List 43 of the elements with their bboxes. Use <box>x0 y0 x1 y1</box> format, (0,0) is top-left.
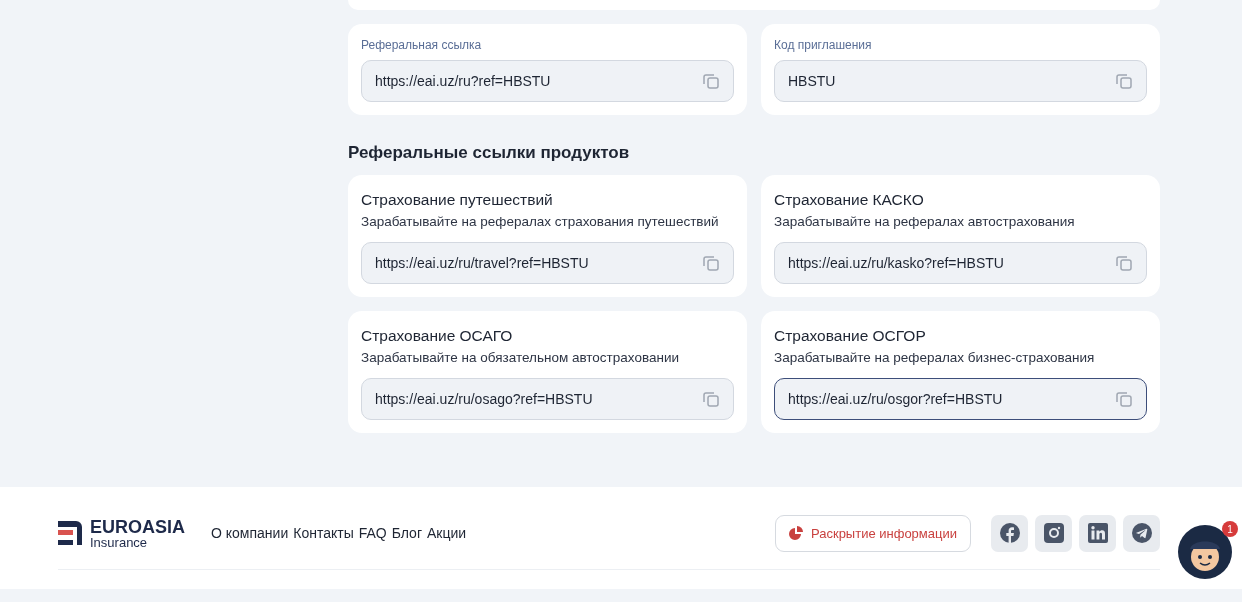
pie-chart-icon <box>788 526 803 540</box>
disclosure-button[interactable]: Раскрытие информации <box>774 514 971 552</box>
link-field[interactable]: https://eai.uz/ru?ref=HBSTU <box>361 60 734 102</box>
camera-icon <box>1043 523 1064 543</box>
copy-icon[interactable] <box>1115 254 1133 272</box>
notification-badge: 1 <box>1222 521 1238 537</box>
product-description: Зарабатывайте на рефералах страхования путешествий <box>361 214 720 229</box>
field-label: Реферальная ссылка <box>361 38 483 52</box>
footer-link[interactable]: О компании <box>211 525 289 541</box>
copy-icon[interactable] <box>1115 390 1133 408</box>
linkedin-button[interactable] <box>1079 514 1116 552</box>
product-description: Зарабатывайте на обязательном автостраховании <box>361 350 680 365</box>
chat-avatar-icon[interactable] <box>1178 525 1232 579</box>
facebook-button[interactable] <box>991 514 1028 552</box>
field-label: Код приглашения <box>774 38 873 52</box>
link-field[interactable]: https://eai.uz/ru/kasko?ref=HBSTU <box>774 242 1147 284</box>
logo-icon <box>58 519 84 547</box>
product-description: Зарабатывайте на рефералах бизнес-страхования <box>774 350 1096 365</box>
product-title: Страхование ОСГОР <box>774 327 927 345</box>
copy-icon[interactable] <box>702 72 720 90</box>
link-field[interactable]: https://eai.uz/ru/osgor?ref=HBSTU <box>774 378 1147 420</box>
instagram-button[interactable] <box>1035 514 1072 552</box>
telegram-button[interactable] <box>1123 514 1160 552</box>
footer-link[interactable]: Акции <box>427 525 467 541</box>
facebook-icon <box>999 523 1020 543</box>
paper-plane-icon <box>1131 523 1152 543</box>
linkedin-icon <box>1087 523 1108 543</box>
link-field[interactable]: HBSTU <box>774 60 1147 102</box>
copy-icon[interactable] <box>1115 72 1133 90</box>
footer-link[interactable]: Блог <box>391 525 422 541</box>
section-heading: Реферальные ссылки продуктов <box>348 143 631 163</box>
product-description: Зарабатывайте на рефералах автострахования <box>774 214 1076 229</box>
product-title: Страхование КАСКО <box>774 191 925 209</box>
copy-icon[interactable] <box>702 390 720 408</box>
link-field[interactable]: https://eai.uz/ru/osago?ref=HBSTU <box>361 378 734 420</box>
logo-subtitle: Insurance <box>90 535 149 549</box>
copy-icon[interactable] <box>702 254 720 272</box>
link-field[interactable]: https://eai.uz/ru/travel?ref=HBSTU <box>361 242 734 284</box>
product-title: Страхование ОСАГО <box>361 327 514 345</box>
footer-link[interactable]: Контакты <box>293 525 354 541</box>
product-title: Страхование путешествий <box>361 191 554 209</box>
footer-link[interactable]: FAQ <box>358 525 387 541</box>
logo-text: EUROASIA <box>90 517 185 536</box>
